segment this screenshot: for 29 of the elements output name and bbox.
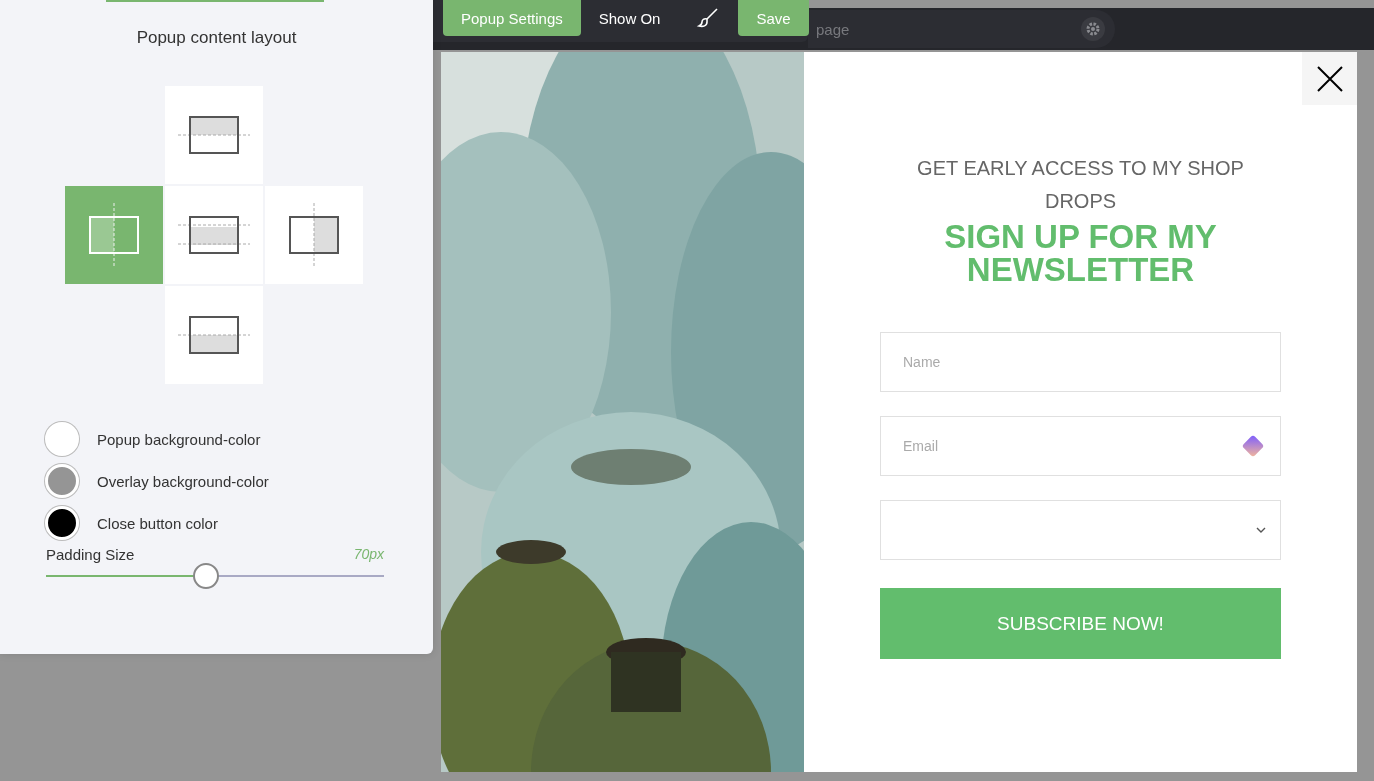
toolbar-button[interactable]: Save	[738, 0, 809, 36]
popup-subtitle: GET EARLY ACCESS TO MY SHOP DROPS	[916, 156, 1245, 214]
color-label: Overlay background-color	[97, 472, 269, 490]
select-field[interactable]	[880, 500, 1281, 560]
search-field[interactable]: page	[808, 10, 1115, 48]
subscribe-button[interactable]: SUBSCRIBE NOW!	[880, 588, 1281, 659]
color-swatch[interactable]	[45, 506, 79, 540]
panel-title: Popup content layout	[135, 28, 298, 48]
toolbar-button[interactable]: Popup Settings	[443, 0, 581, 36]
layout-option[interactable]	[265, 186, 363, 284]
close-button[interactable]	[1302, 52, 1357, 105]
slider-thumb[interactable]	[192, 563, 219, 589]
toolbar-tab[interactable]: Show On	[580, 0, 679, 36]
brush-icon	[696, 6, 721, 30]
email-field[interactable]: Email	[880, 416, 1281, 476]
layout-option[interactable]	[165, 186, 263, 284]
slider-value: 70px	[353, 546, 384, 563]
layout-option[interactable]	[165, 286, 263, 384]
color-swatch[interactable]	[45, 422, 79, 456]
name-field[interactable]: Name	[880, 332, 1281, 392]
settings-icon[interactable]	[1081, 17, 1105, 41]
layout-option[interactable]	[165, 86, 263, 184]
chevron-down-icon	[1256, 527, 1266, 533]
popup-title: SIGN UP FOR MY NEWSLETTER	[943, 220, 1218, 286]
color-label: Close button color	[97, 514, 218, 532]
color-label: Popup background-color	[97, 430, 261, 448]
color-swatch[interactable]	[45, 464, 79, 498]
close-icon	[1316, 65, 1343, 92]
slider-label: Padding Size	[46, 546, 135, 563]
